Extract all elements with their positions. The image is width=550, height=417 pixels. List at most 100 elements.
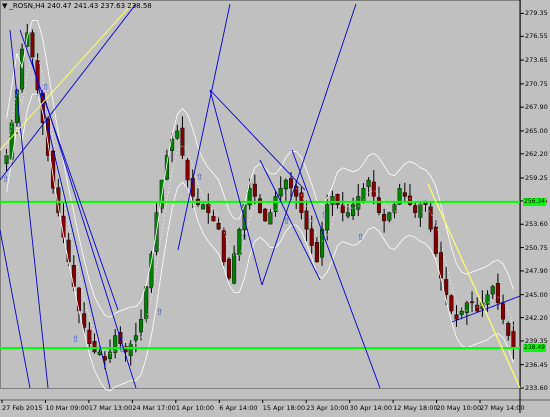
candle-body [418,204,423,218]
time-tick-label: 30 Apr 14:00 [349,404,393,412]
candle-body [164,155,169,180]
trendline [19,29,119,311]
candle-body [356,196,361,210]
price-tick-label: 259.25 [525,173,548,182]
candle-body [402,192,407,197]
candle-body [366,179,371,187]
channel-line [427,183,521,389]
fractal-arrow-icon: ⇧ [241,233,249,243]
fractal-arrow-icon: ⇧ [156,308,164,318]
candle-body [211,216,216,222]
dropdown-arrow-icon[interactable]: ▼ [2,2,7,10]
candle-body [376,197,381,213]
time-tick-label: 23 Apr 10:00 [306,404,349,412]
candle-body [180,127,185,156]
trendline [0,229,31,389]
fractal-arrow-icon: ⇧ [42,83,50,93]
candle-body [340,204,345,213]
fractal-arrow-icon: ⇧ [357,233,365,243]
time-tick-label: 6 Apr 14:00 [219,404,258,412]
candle-body [20,48,25,90]
candle-body [92,341,97,353]
candle-body [30,32,35,58]
candle-body [149,253,154,289]
time-tick-label: 27 May 14:00 [480,404,525,412]
price-tick-label: 267.90 [525,103,548,112]
time-tick-label: 10 Mar 09:00 [45,404,89,412]
candle-body [263,208,268,222]
candle-body [87,329,92,344]
price-tick-label: 250.75 [525,243,548,252]
fractal-arrow-icon: ⇧ [321,211,329,221]
candle-body [252,183,257,197]
candle-body [226,258,231,279]
candle-body [387,212,392,221]
trendline [261,3,357,286]
candle-body [320,228,325,258]
candle-body [330,196,335,205]
candle-body [485,294,490,305]
fractal-arrow-icon: ⇧ [283,217,291,227]
candle-body [309,228,314,246]
candle-body [133,335,138,341]
channel-line [0,3,133,151]
candle-body [495,283,500,304]
fractal-arrow-icon: ⇧ [2,175,10,185]
candle-body [382,214,387,222]
candle-body [449,295,454,312]
candle-body [82,313,87,328]
candle-body [314,242,319,263]
price-level-label: 256.34 [523,197,546,206]
candle-body [511,331,516,348]
symbol-ohlc-label: _ROSN,H4 240.47 241.43 237.63 238.58 [9,2,152,10]
candle-body [144,286,149,319]
price-tick-label: 247.90 [525,266,548,275]
candle-body [304,210,309,230]
candle-body [464,302,469,313]
time-tick-label: 20 May 10:00 [436,404,482,412]
candle-body [490,286,495,295]
time-tick-label: 15 Apr 18:00 [262,404,306,412]
chart-title: ▼ _ROSN,H4 240.47 241.43 237.63 238.58 [2,2,152,10]
candle-body [4,155,9,164]
candle-body [470,301,475,304]
candle-body [206,204,211,213]
candle-body [128,343,133,356]
price-tick-label: 273.65 [525,56,548,65]
candle-body [97,351,102,355]
candle-body [475,304,480,312]
time-tick-label: 27 Feb 2015 [2,404,43,412]
price-tick-label: 242.20 [525,313,548,322]
candle-body [506,323,511,336]
time-tick-label: 1 Apr 10:00 [175,404,215,412]
time-tick-label: 17 Mar 13:00 [88,404,133,412]
candle-body [71,265,76,287]
fractal-arrow-icon: ⇧ [72,335,80,345]
candle-body [428,206,433,230]
candle-body [444,279,449,295]
chart-canvas[interactable]: ⇧ ⇧ ⇧ ⇧ ⇧ ⇧ ⇧ ⇧ ⇧ ⇧ [0,0,550,413]
candle-body [283,179,288,190]
trendline [31,59,111,389]
candle-body [185,159,190,181]
candle-body [201,204,206,210]
candle-body [459,310,464,315]
candle-body [361,188,366,202]
candle-body [175,130,180,139]
candle-body [335,194,340,205]
price-tick-label: 265.00 [525,126,548,135]
time-tick-label: 12 May 18:00 [393,404,438,412]
candle-body [232,253,237,284]
candle-body [501,302,506,320]
candle-body [216,222,221,230]
price-tick-label: 270.75 [525,79,548,88]
trendline [209,89,306,191]
candle-body [454,314,459,320]
candle-body [268,212,273,225]
price-tick-label: 279.35 [525,9,548,18]
price-level-label: 238.49 [523,343,546,352]
candle-body [407,195,412,205]
candle-body [139,319,144,333]
price-chart[interactable]: ⇧ ⇧ ⇧ ⇧ ⇧ ⇧ ⇧ ⇧ ⇧ ⇧ [0,0,550,413]
price-tick-label: 253.60 [525,220,548,229]
